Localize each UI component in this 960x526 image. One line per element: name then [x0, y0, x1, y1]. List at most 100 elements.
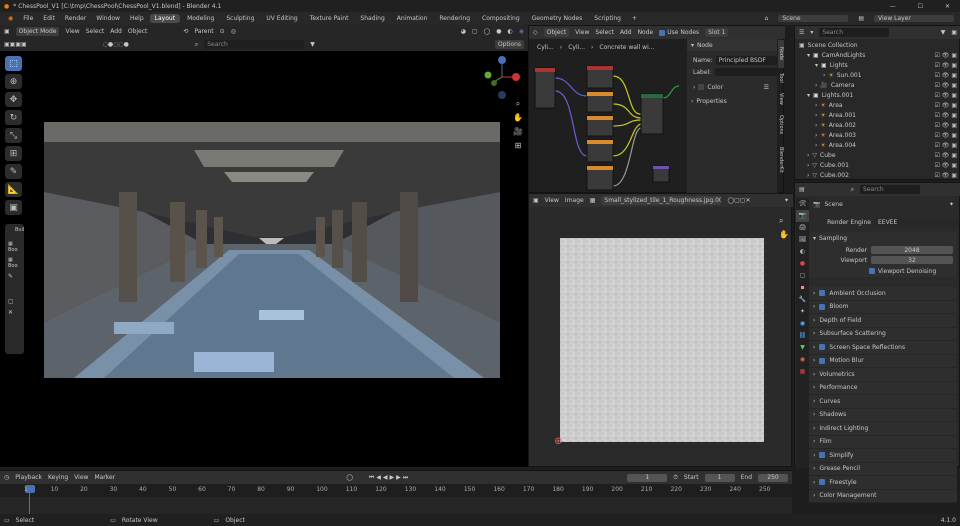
render-panel[interactable]: › Curves [809, 395, 957, 409]
visibility-toggles-icon[interactable]: ☑ 👁 ▣ [935, 122, 960, 129]
outliner-row[interactable]: › ☀ Sun.001 ☑ 👁 ▣ [795, 70, 960, 80]
expand-arrow-icon[interactable]: › [815, 102, 817, 109]
add-workspace-icon[interactable]: + [628, 15, 641, 22]
panel-checkbox[interactable] [819, 479, 826, 486]
outliner-filter-funnel-icon[interactable]: ▼ [941, 29, 946, 36]
timeline-menu-marker[interactable]: Marker [94, 474, 115, 481]
panel-expand-icon[interactable]: › [813, 479, 815, 486]
snap-icon[interactable]: ⊙ [220, 28, 225, 35]
outliner-type-icon[interactable]: ☰ [799, 29, 804, 36]
node-graph[interactable] [531, 56, 681, 192]
workspace-tab-shading[interactable]: Shading [355, 14, 389, 23]
shading-rendered-icon[interactable]: ◉ [519, 28, 524, 35]
node-menu-view[interactable]: View [575, 29, 589, 36]
color-expand-icon[interactable]: › [693, 84, 695, 91]
use-nodes-checkbox[interactable] [659, 29, 666, 36]
properties-type-icon[interactable]: ▤ [799, 186, 805, 193]
image-name-field[interactable]: Small_stylized_tile_1_Roughness.jpg.001 [601, 196, 722, 205]
render-panel[interactable]: › Volumetrics [809, 368, 957, 382]
render-panel[interactable]: › Depth of Field [809, 314, 957, 328]
viewport-menu-object[interactable]: Object [128, 28, 148, 35]
render-panel[interactable]: › Simplify [809, 449, 957, 463]
panel-checkbox[interactable] [819, 290, 826, 297]
workspace-tab-texture-paint[interactable]: Texture Paint [305, 14, 354, 23]
tool-tab-icon[interactable]: 🛠 [796, 198, 809, 210]
visibility-toggles-icon[interactable]: ☑ 👁 ▣ [935, 82, 960, 89]
visibility-toggles-icon[interactable]: ☑ 👁 ▣ [935, 92, 960, 99]
outliner-row[interactable]: › ▽ Cube.001 ☑ 👁 ▣ [795, 160, 960, 170]
tab-tool[interactable]: Tool [778, 68, 784, 88]
expand-arrow-icon[interactable]: › [807, 152, 809, 159]
expand-arrow-icon[interactable]: › [815, 122, 817, 129]
outliner-filter-icon[interactable]: ▾ [810, 29, 813, 36]
viewport-denoising-checkbox[interactable] [869, 268, 875, 274]
color-checkbox[interactable] [698, 84, 705, 90]
menu-edit[interactable]: Edit [39, 15, 59, 22]
panel-expand-icon[interactable]: › [813, 290, 815, 297]
timeline-menu-keying[interactable]: Keying [48, 474, 68, 481]
move-tool[interactable]: ✥ [5, 92, 22, 107]
add-cube-tool[interactable]: ▣ [5, 200, 22, 215]
panel-expand-icon[interactable]: › [813, 357, 815, 364]
panel-expand-icon[interactable]: › [813, 452, 815, 459]
image-editor[interactable]: ▣ View Image ▦ Small_stylized_tile_1_Rou… [528, 193, 793, 467]
expand-arrow-icon[interactable]: › [815, 82, 817, 89]
render-panel[interactable]: › Performance [809, 381, 957, 395]
image-actions-icon[interactable]: ◯▢▢✕ [727, 197, 750, 204]
visibility-toggles-icon[interactable]: ☑ 👁 ▣ [935, 102, 960, 109]
view-layer-tab-icon[interactable]: 🖼 [796, 234, 809, 246]
filter-icon[interactable]: ▼ [310, 41, 315, 48]
workspace-tab-sculpting[interactable]: Sculpting [221, 14, 259, 23]
viewport-menu-view[interactable]: View [65, 28, 79, 35]
render-engine-selector[interactable]: EEVEE [875, 218, 958, 227]
viewport-menu-select[interactable]: Select [86, 28, 105, 35]
expand-arrow-icon[interactable]: › [815, 132, 817, 139]
output-tab-icon[interactable]: 🖨 [796, 222, 809, 234]
panel-expand-icon[interactable]: › [813, 344, 815, 351]
outliner-row[interactable]: › ☀ Area.003 ☑ 👁 ▣ [795, 130, 960, 140]
shading-solid-icon[interactable]: ● [496, 28, 501, 35]
viewport-3d[interactable]: ▣ Object Mode View Select Add Object ⟲ P… [0, 25, 528, 467]
annotate-tool[interactable]: ✎ [5, 164, 22, 179]
panel-checkbox[interactable] [819, 452, 826, 459]
render-panel[interactable]: › Indirect Lighting [809, 422, 957, 436]
workspace-tab-rendering[interactable]: Rendering [434, 14, 475, 23]
workspace-tab-layout[interactable]: Layout [149, 14, 181, 23]
outliner[interactable]: ☰ ▾ Search ▼ ▣ ▣ Scene Collection ▾ ▣ CamA… [794, 25, 960, 180]
expand-arrow-icon[interactable]: ▾ [815, 62, 818, 69]
blender-menu-icon[interactable]: ◉ [4, 15, 17, 22]
panel-expand-icon[interactable]: › [813, 303, 815, 310]
view-layer-selector[interactable]: View Layer [874, 15, 954, 22]
viewport-search-input[interactable]: Search [204, 40, 305, 49]
panel-expand-icon[interactable]: › [813, 492, 815, 499]
workspace-tab-compositing[interactable]: Compositing [477, 14, 525, 23]
tool-icon-brush[interactable]: ✎ [5, 269, 24, 284]
color-list-icon[interactable]: ☰ [764, 84, 777, 91]
node-menu-add[interactable]: Add [620, 29, 632, 36]
properties-editor[interactable]: ▤ ⌕ Search 🛠 📷 🖨 🖼 ◐ ● ▢ ▪ 🔧 ✦ ◉ ⛓ ▼ ◉ ▦… [794, 182, 960, 503]
node-type-selector[interactable]: Object [543, 28, 570, 37]
start-frame-field[interactable]: 1 [704, 473, 735, 482]
new-collection-icon[interactable]: ▣ [951, 29, 957, 36]
tool-icon-eraser[interactable]: ▢ [5, 284, 24, 305]
timeline-menu-playback[interactable]: Playback [15, 474, 42, 481]
properties-search-input[interactable]: Search [860, 185, 921, 194]
workspace-tab-scripting[interactable]: Scripting [589, 14, 626, 23]
expand-arrow-icon[interactable]: › [815, 112, 817, 119]
node-name-field[interactable]: Principled BSDF [715, 55, 777, 65]
image-zoom-icon[interactable]: ⌕ [779, 214, 789, 228]
cursor-tool[interactable]: ⊕ [5, 74, 22, 89]
properties-expand-icon[interactable]: › [691, 98, 693, 105]
select-box-tool[interactable]: ⬚ [5, 56, 22, 71]
playback-controls-icon[interactable]: ⏮◀◀▶▶⏭ [369, 474, 410, 482]
outliner-row[interactable]: › 🎥 Camera ☑ 👁 ▣ [795, 80, 960, 90]
render-panel[interactable]: › Grease Pencil [809, 462, 957, 476]
visibility-toggles-icon[interactable]: ☑ 👁 ▣ [935, 152, 960, 159]
scale-tool[interactable]: ⤡ [5, 128, 22, 143]
panel-expand-icon[interactable]: › [813, 425, 815, 432]
node-menu-select[interactable]: Select [595, 29, 614, 36]
collection-filter-icons[interactable]: ◌●◌◌● [103, 41, 129, 48]
node-editor-type-icon[interactable]: ◇ [533, 29, 538, 36]
workspace-tab-modeling[interactable]: Modeling [182, 14, 219, 23]
world-tab-icon[interactable]: ● [796, 258, 809, 270]
